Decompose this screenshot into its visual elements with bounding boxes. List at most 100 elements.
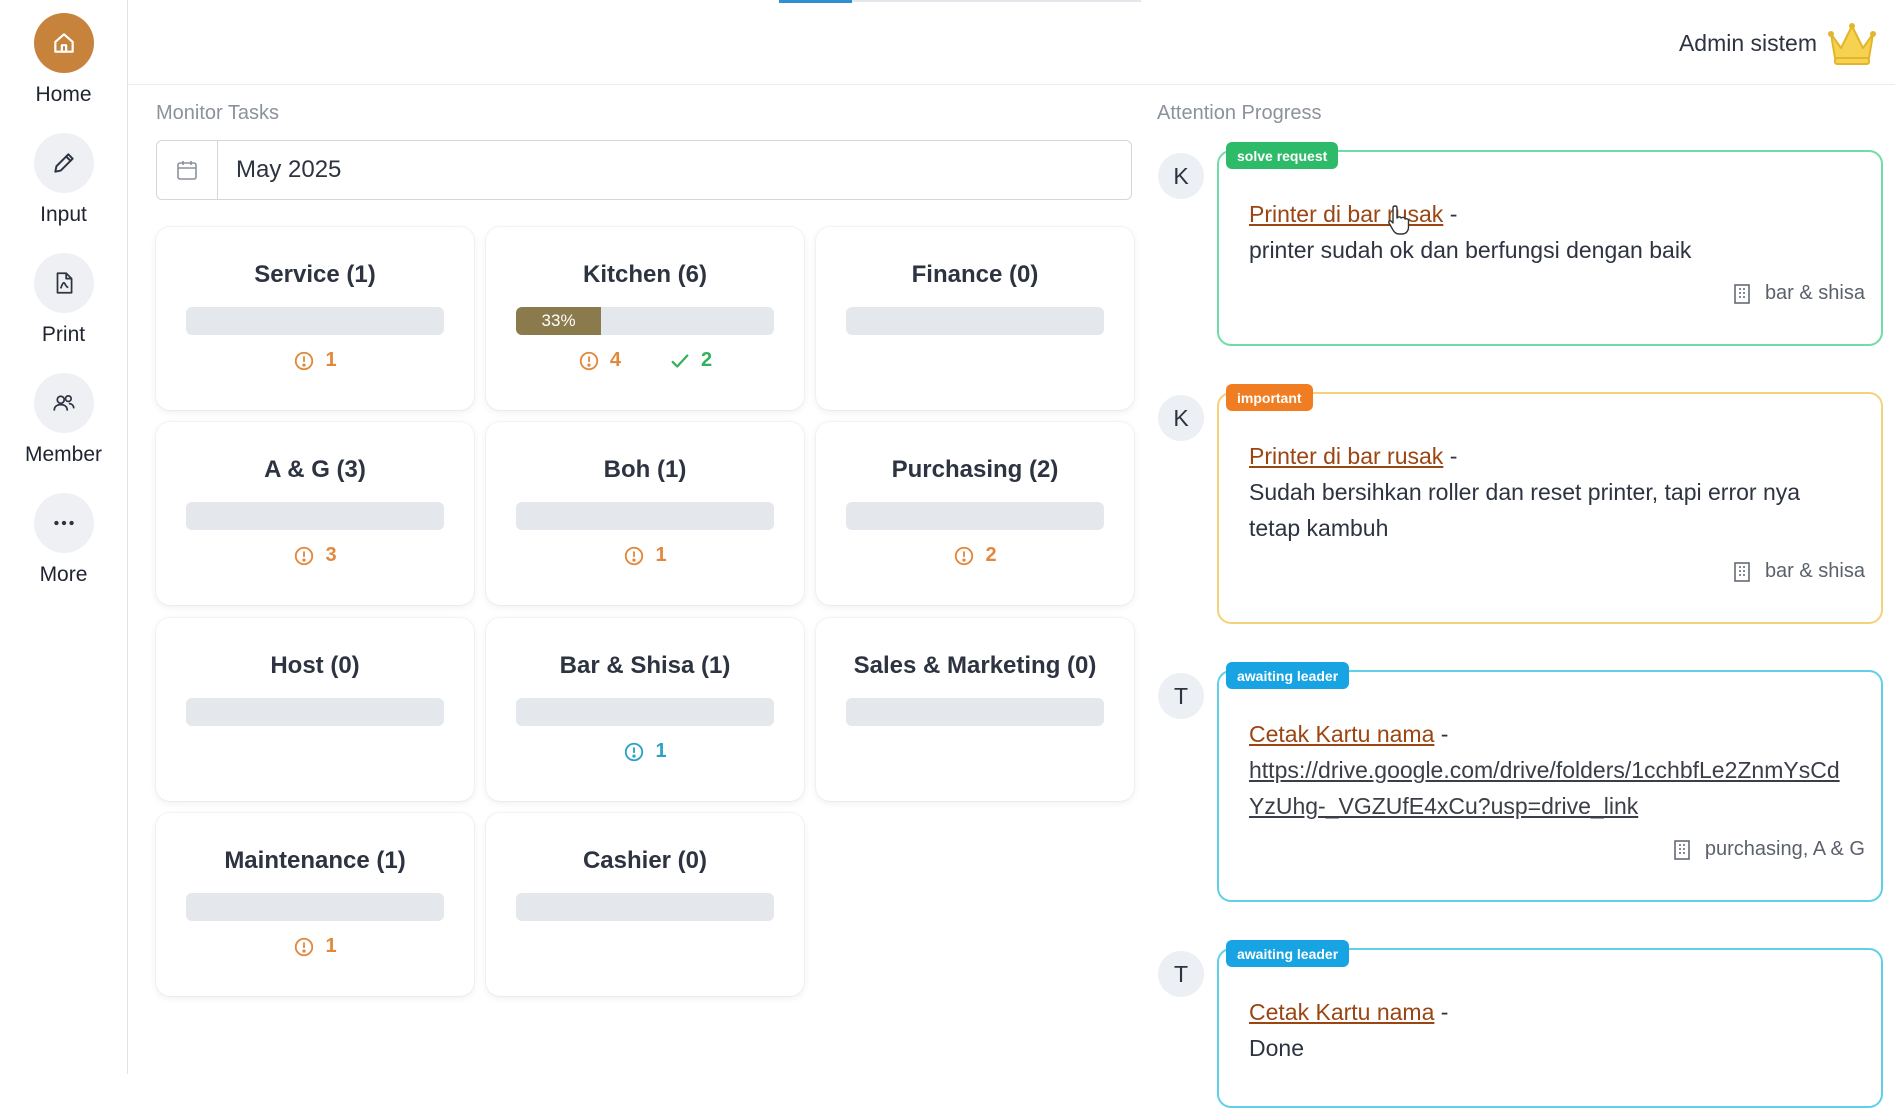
sidebar-item-label: Input (40, 203, 87, 226)
tab-track (852, 0, 1141, 2)
department-card[interactable]: Maintenance (1) 1 (156, 813, 474, 996)
task-link[interactable]: Printer di bar rusak (1249, 443, 1443, 469)
progress-bar (516, 502, 774, 530)
attention-card: awaiting leader Cetak Kartu nama - Done (1217, 940, 1883, 1108)
department-card[interactable]: Service (1) 1 (156, 227, 474, 410)
ellipsis-icon (33, 493, 94, 553)
building-icon (1674, 839, 1690, 860)
department-card[interactable]: Host (0) (156, 618, 474, 801)
separator: - (1434, 999, 1449, 1025)
progress-bar (516, 698, 774, 726)
progress-bar (186, 502, 444, 530)
department-name: purchasing, A & G (1704, 838, 1865, 860)
attention-card: important Printer di bar rusak - Sudah b… (1217, 384, 1883, 624)
department-card[interactable]: Bar & Shisa (1) 1 (486, 618, 804, 801)
progress-fill: 33% (516, 307, 602, 335)
stat-warn: 1 (623, 544, 667, 567)
users-icon (33, 373, 94, 433)
month-picker[interactable]: May 2025 (156, 140, 1132, 200)
building-icon (1734, 561, 1750, 582)
department-stats: 42 (486, 349, 804, 372)
stat-value: 1 (325, 935, 337, 957)
status-badge: awaiting leader (1226, 940, 1350, 967)
department-stats: 1 (486, 740, 804, 763)
stat-value: 1 (655, 740, 667, 762)
home-icon (33, 13, 94, 73)
department-title: Maintenance (1) (224, 847, 406, 874)
pencil-icon (33, 133, 94, 193)
department-title: Cashier (0) (582, 847, 708, 874)
stat-done: 2 (669, 349, 712, 372)
month-value: May 2025 (236, 156, 342, 183)
progress-bar (186, 307, 444, 335)
progress-bar (186, 698, 444, 726)
stat-warn: 2 (953, 544, 997, 567)
department-card[interactable]: Purchasing (2) 2 (816, 422, 1134, 605)
department-tag: purchasing, A & G (1673, 838, 1865, 861)
department-stats: 1 (156, 935, 474, 958)
department-card[interactable]: Sales & Marketing (0) (816, 618, 1134, 801)
avatar: K (1158, 153, 1204, 199)
attention-body: Cetak Kartu nama - Done (1249, 994, 1853, 1066)
department-stats: 1 (486, 544, 804, 567)
sidebar-item-home[interactable]: Home (0, 13, 127, 107)
department-title: Purchasing (2) (891, 456, 1059, 483)
progress-bar (846, 698, 1104, 726)
avatar: T (1158, 673, 1204, 719)
separator: - (1443, 443, 1458, 469)
department-card[interactable]: Boh (1) 1 (486, 422, 804, 605)
department-card[interactable]: Finance (0) (816, 227, 1134, 410)
building-icon (1734, 283, 1750, 304)
stat-value: 4 (609, 349, 621, 371)
department-title: Boh (1) (603, 456, 687, 483)
sidebar-item-print[interactable]: Print (0, 253, 127, 347)
sidebar-item-member[interactable]: Member (0, 373, 127, 467)
department-name: bar & shisa (1764, 282, 1865, 304)
stat-value: 1 (325, 349, 337, 371)
task-link[interactable]: Printer di bar rusak (1249, 201, 1443, 227)
info-circle-icon (623, 741, 645, 763)
department-stats: 3 (156, 544, 474, 567)
hand-cursor-icon (1388, 205, 1410, 235)
task-description: Sudah bersihkan roller dan reset printer… (1249, 479, 1801, 541)
sidebar: Home Input Print Member More (0, 0, 128, 1074)
department-name: bar & shisa (1764, 560, 1865, 582)
stat-value: 1 (655, 544, 667, 566)
task-description-link[interactable]: https://drive.google.com/drive/folders/1… (1249, 757, 1840, 819)
avatar: T (1158, 951, 1204, 997)
sidebar-item-input[interactable]: Input (0, 133, 127, 227)
department-title: Finance (0) (911, 261, 1039, 288)
task-link[interactable]: Cetak Kartu nama (1249, 999, 1434, 1025)
sidebar-item-label: More (39, 563, 88, 586)
department-card[interactable]: Cashier (0) (486, 813, 804, 996)
sidebar-item-label: Print (41, 323, 86, 346)
crown-icon[interactable] (1827, 18, 1877, 66)
separator: - (1434, 721, 1449, 747)
stat-info: 1 (623, 740, 667, 763)
calendar-icon (157, 141, 218, 199)
status-badge: solve request (1226, 142, 1339, 169)
progress-bar (516, 893, 774, 921)
monitor-tasks-title: Monitor Tasks (156, 102, 280, 124)
sidebar-item-more[interactable]: More (0, 493, 127, 587)
stat-warn: 3 (293, 544, 337, 567)
check-icon (669, 350, 691, 372)
attention-body: Printer di bar rusak - printer sudah ok … (1249, 196, 1853, 268)
alert-circle-icon (293, 545, 315, 567)
status-badge: important (1226, 384, 1313, 411)
separator: - (1443, 201, 1458, 227)
department-tag: bar & shisa (1733, 282, 1865, 305)
attention-body: Printer di bar rusak - Sudah bersihkan r… (1249, 438, 1853, 546)
progress-bar (846, 502, 1104, 530)
department-title: Bar & Shisa (1) (559, 652, 731, 679)
task-link[interactable]: Cetak Kartu nama (1249, 721, 1434, 747)
avatar: K (1158, 395, 1204, 441)
pdf-file-icon (33, 253, 94, 313)
department-card[interactable]: A & G (3) 3 (156, 422, 474, 605)
department-title: Host (0) (270, 652, 360, 679)
attention-body: Cetak Kartu nama - https://drive.google.… (1249, 716, 1853, 824)
user-name[interactable]: Admin sistem (1679, 30, 1817, 57)
department-card[interactable]: Kitchen (6) 33% 4 2 (486, 227, 804, 410)
progress-bar (846, 307, 1104, 335)
progress-bar (186, 893, 444, 921)
